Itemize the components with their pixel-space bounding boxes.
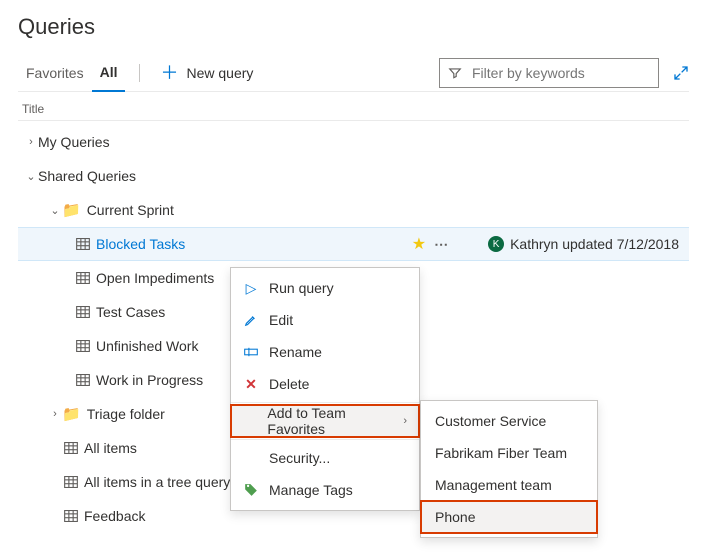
submenu-item-management[interactable]: Management team	[421, 469, 597, 501]
avatar: K	[488, 236, 504, 252]
pencil-icon	[243, 313, 259, 327]
menu-label: Run query	[269, 280, 334, 296]
expand-icon[interactable]	[673, 65, 689, 81]
filter-box[interactable]	[439, 58, 659, 88]
node-label: Current Sprint	[87, 202, 174, 218]
tree-node-shared-queries[interactable]: ⌄ Shared Queries	[18, 159, 689, 193]
node-label: My Queries	[38, 134, 110, 150]
submenu-label: Management team	[435, 477, 552, 493]
submenu-item-phone[interactable]: Phone	[421, 501, 597, 533]
plus-icon: ＋	[160, 64, 178, 82]
column-header-title: Title	[18, 92, 689, 121]
query-icon	[64, 442, 78, 454]
query-icon	[76, 306, 90, 318]
query-icon	[76, 272, 90, 284]
toolbar: Favorites All ＋ New query	[18, 54, 689, 92]
query-label: Feedback	[84, 508, 145, 524]
menu-add-team-favorites[interactable]: Add to Team Favorites ›	[231, 405, 419, 437]
chevron-right-icon: ›	[48, 408, 62, 420]
submenu-label: Phone	[435, 509, 475, 525]
submenu-label: Customer Service	[435, 413, 546, 429]
menu-rename[interactable]: Rename	[231, 336, 419, 368]
query-icon	[76, 340, 90, 352]
menu-edit[interactable]: Edit	[231, 304, 419, 336]
menu-label: Manage Tags	[269, 482, 353, 498]
node-label: Shared Queries	[38, 168, 136, 184]
query-item-blocked-tasks[interactable]: Blocked Tasks ★ ⋯ K Kathryn updated 7/12…	[18, 227, 689, 261]
menu-label: Delete	[269, 376, 309, 392]
query-icon	[76, 374, 90, 386]
folder-icon: 📁	[62, 405, 81, 423]
menu-security[interactable]: Security...	[231, 442, 419, 474]
query-label[interactable]: Blocked Tasks	[96, 236, 185, 252]
submenu-label: Fabrikam Fiber Team	[435, 445, 567, 461]
divider	[139, 64, 140, 82]
query-label: Unfinished Work	[96, 338, 198, 354]
filter-input[interactable]	[470, 64, 655, 82]
more-actions-button[interactable]: ⋯	[434, 236, 450, 253]
delete-icon: ✕	[243, 376, 259, 393]
new-query-label: New query	[186, 65, 253, 81]
query-label: Open Impediments	[96, 270, 214, 286]
submenu-item-fabrikam[interactable]: Fabrikam Fiber Team	[421, 437, 597, 469]
filter-icon	[448, 66, 462, 80]
rename-icon	[243, 346, 259, 358]
chevron-right-icon: ›	[403, 415, 407, 427]
updated-text: Kathryn updated 7/12/2018	[510, 236, 679, 252]
submenu-team-favorites: Customer Service Fabrikam Fiber Team Man…	[420, 400, 598, 538]
context-menu: ▷ Run query Edit Rename ✕ Delete Add to …	[230, 267, 420, 511]
page-title: Queries	[18, 14, 689, 40]
play-icon: ▷	[243, 280, 259, 297]
query-tree-icon	[64, 476, 78, 488]
menu-separator	[231, 439, 419, 440]
chevron-right-icon: ›	[24, 136, 38, 148]
star-icon[interactable]: ★	[412, 234, 426, 254]
query-icon	[76, 238, 90, 250]
tag-icon	[243, 483, 259, 497]
query-label: All items	[84, 440, 137, 456]
menu-run-query[interactable]: ▷ Run query	[231, 272, 419, 304]
chevron-down-icon: ⌄	[48, 204, 62, 217]
tree-node-my-queries[interactable]: › My Queries	[18, 125, 689, 159]
tab-favorites[interactable]: Favorites	[18, 54, 92, 92]
menu-label: Edit	[269, 312, 293, 328]
node-label: Triage folder	[87, 406, 165, 422]
query-label: All items in a tree query	[84, 474, 230, 490]
menu-label: Add to Team Favorites	[267, 405, 393, 437]
menu-label: Security...	[269, 450, 330, 466]
menu-separator	[231, 402, 419, 403]
menu-label: Rename	[269, 344, 322, 360]
new-query-button[interactable]: ＋ New query	[154, 64, 259, 82]
chevron-down-icon: ⌄	[24, 170, 38, 183]
query-label: Test Cases	[96, 304, 165, 320]
tab-all[interactable]: All	[92, 54, 126, 92]
query-icon	[64, 510, 78, 522]
tree-node-current-sprint[interactable]: ⌄ 📁 Current Sprint	[18, 193, 689, 227]
submenu-item-customer-service[interactable]: Customer Service	[421, 405, 597, 437]
menu-delete[interactable]: ✕ Delete	[231, 368, 419, 400]
menu-manage-tags[interactable]: Manage Tags	[231, 474, 419, 506]
folder-icon: 📁	[62, 201, 81, 219]
query-label: Work in Progress	[96, 372, 203, 388]
